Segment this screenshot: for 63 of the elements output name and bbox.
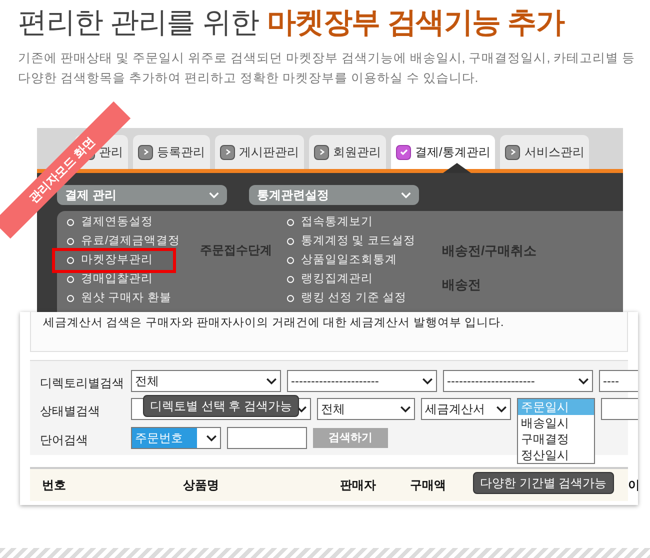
column-header: 판매자 <box>340 478 376 492</box>
select-field[interactable]: ---------------------- <box>443 370 593 392</box>
tooltip: 다양한 기간별 검색가능 <box>473 472 614 494</box>
chevron-down-icon <box>578 378 589 384</box>
menu-item[interactable]: 원샷 구매자 환불 <box>65 289 174 308</box>
pointer-icon <box>443 163 472 173</box>
chevron-down-icon <box>422 378 433 384</box>
select-field[interactable]: ---------------------- <box>287 370 437 392</box>
tab[interactable]: 등록관리 <box>133 135 210 169</box>
listbox-option[interactable]: 정산일시 <box>518 447 594 463</box>
menu-item[interactable]: 상품일일조회통계 <box>285 251 399 270</box>
menu-item[interactable]: 랭킹 선정 기준 설정 <box>285 289 409 308</box>
column-header: 상품명 <box>183 478 219 492</box>
bullet-icon <box>67 295 74 302</box>
column-header: 이 <box>628 478 638 492</box>
bullet-icon <box>287 219 294 226</box>
menu-item[interactable]: 경매입찰관리 <box>65 270 155 289</box>
menu-item[interactable]: 접속통계보기 <box>285 213 375 232</box>
listbox[interactable]: 주문일시 배송일시 구매결정 정산일시 <box>517 398 595 464</box>
bullet-icon <box>67 276 74 283</box>
bullet-icon <box>287 257 294 264</box>
input-field[interactable] <box>601 398 638 420</box>
column-header: 구매액 <box>410 478 446 492</box>
background-label: 주문접수단계 <box>200 242 272 259</box>
description-text: 다양한 검색항목을 추가하여 편리하고 정확한 마켓장부를 이용하실 수 있습니다. <box>18 70 480 87</box>
bullet-icon <box>287 276 294 283</box>
field-label: 디렉토리별검색 <box>39 375 125 392</box>
chevron-down-icon <box>296 406 307 412</box>
bullet-icon <box>287 238 294 245</box>
select-field[interactable]: 전체 <box>317 398 415 420</box>
select-field[interactable]: 세금계산서 <box>421 398 511 420</box>
menu-item[interactable]: 마켓장부관리 <box>55 251 173 270</box>
notice-text: 세금계산서 검색은 구매자와 판매자사이의 거래건에 대한 세금계산서 발행여부 입니다. <box>43 316 505 331</box>
field-label: 단어검색 <box>39 432 89 449</box>
column-header: 번호 <box>42 478 66 492</box>
listbox-option[interactable]: 배송일시 <box>518 415 594 431</box>
chevron-down-icon <box>401 192 411 198</box>
description-text: 기존에 판매상태 및 주문일시 위주로 검색되던 마켓장부 검색기능에 배송일시, 구매결정일시, 카테고리별 등 <box>18 50 636 67</box>
tab[interactable]: 게시판관리 <box>215 135 304 169</box>
field-label: 상태별검색 <box>39 403 101 420</box>
bullet-icon <box>67 238 74 245</box>
page-title: 편리한 관리를 위한 <box>18 6 259 41</box>
chevron-down-icon <box>496 406 507 412</box>
bullet-icon <box>67 219 74 226</box>
page-title-highlight: 마켓장부 검색기능 추가 <box>266 6 564 41</box>
chevron-down-icon <box>400 406 411 412</box>
tab[interactable]: 회원관리 <box>309 135 386 169</box>
chevron-down-icon <box>266 378 277 384</box>
bullet-icon <box>287 295 294 302</box>
bullet-icon <box>67 257 74 264</box>
menu-item[interactable]: 랭킹집계관리 <box>285 270 375 289</box>
chevron-down-icon <box>206 434 217 442</box>
background-label: 배송전 <box>442 276 481 294</box>
background-label: 배송전/구매취소 <box>442 242 537 260</box>
menu-item[interactable]: 통계계정 및 코드설정 <box>285 232 418 251</box>
select-field[interactable]: ---- <box>599 370 638 392</box>
check-icon <box>396 144 411 160</box>
listbox-option[interactable]: 구매결정 <box>518 431 594 447</box>
select-field[interactable]: 전체 <box>131 370 281 392</box>
tooltip: 디렉토별 선택 후 검색가능 <box>143 395 300 417</box>
chevron-down-icon <box>209 192 219 198</box>
input-field[interactable] <box>227 427 307 449</box>
tab[interactable]: 서비스관리 <box>500 135 590 169</box>
